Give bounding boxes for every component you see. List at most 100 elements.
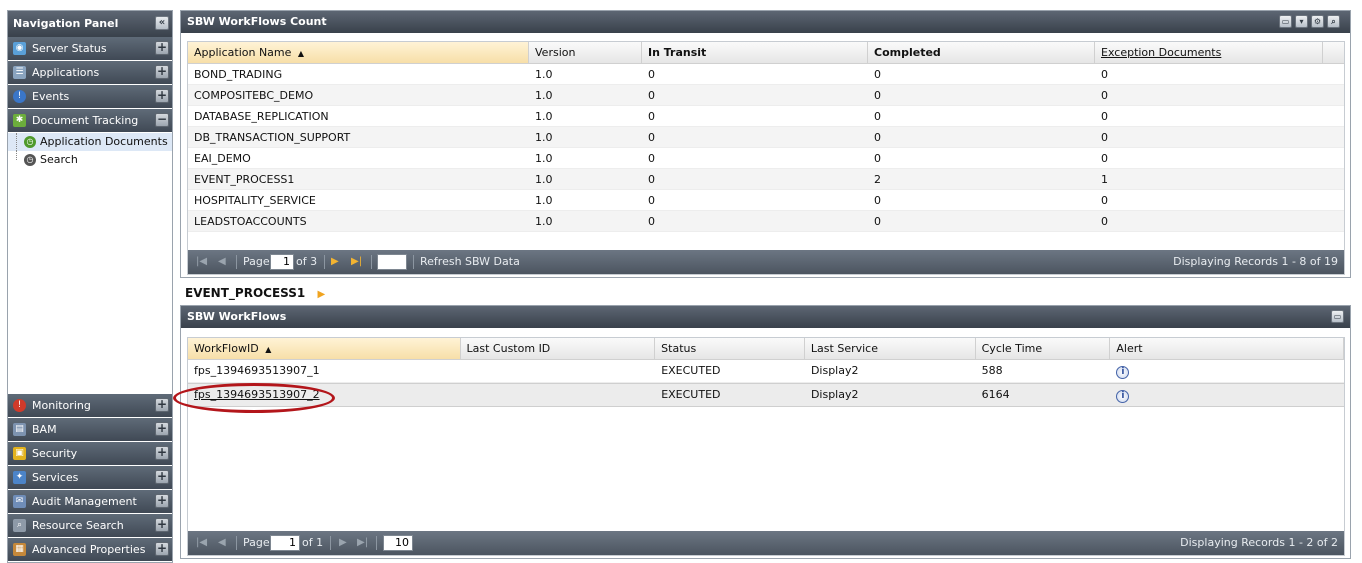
cell-application-name: HOSPITALITY_SERVICE xyxy=(194,194,316,207)
expand-icon[interactable]: + xyxy=(155,41,169,55)
info-alert-icon[interactable]: i xyxy=(1116,366,1130,379)
first-page-icon[interactable]: |◀ xyxy=(196,250,207,274)
nav-item-label: Audit Management xyxy=(32,495,137,508)
column-header-exception-documents[interactable]: Exception Documents xyxy=(1095,42,1323,63)
nav-item-advanced-properties[interactable]: ▦ Advanced Properties + xyxy=(8,538,172,561)
nav-item-security[interactable]: ▣ Security + xyxy=(8,442,172,465)
column-header-application-name[interactable]: Application Name ▲ xyxy=(188,42,529,63)
server-status-icon: ◉ xyxy=(13,42,26,55)
services-icon: ✦ xyxy=(13,471,26,484)
table-row-selected[interactable]: fps_1394693513907_2 EXECUTED Display2 61… xyxy=(188,383,1344,407)
table-row[interactable]: BOND_TRADING 1.0 0 0 0 xyxy=(188,64,1344,85)
expand-icon[interactable]: + xyxy=(155,518,169,532)
cell-in-transit: 0 xyxy=(648,131,655,144)
column-header-cycle-time[interactable]: Cycle Time xyxy=(976,338,1111,359)
panel-header: SBW WorkFlows Count ▭ ▾ ⚙ ⌕ xyxy=(181,11,1350,33)
nav-item-services[interactable]: ✦ Services + xyxy=(8,466,172,489)
refresh-sbw-data-button[interactable]: Refresh SBW Data xyxy=(420,250,520,274)
cell-version: 1.0 xyxy=(535,215,553,228)
table-row[interactable]: HOSPITALITY_SERVICE 1.0 0 0 0 xyxy=(188,190,1344,211)
expand-icon[interactable]: + xyxy=(155,89,169,103)
first-page-icon[interactable]: |◀ xyxy=(196,531,207,555)
table-row[interactable]: EAI_DEMO 1.0 0 0 0 xyxy=(188,148,1344,169)
expand-icon[interactable]: + xyxy=(155,470,169,484)
expand-icon[interactable]: + xyxy=(155,65,169,79)
collapse-icon[interactable]: − xyxy=(155,113,169,127)
column-header-status[interactable]: Status xyxy=(655,338,805,359)
resource-search-icon: ⌕ xyxy=(13,519,26,532)
column-header-last-service[interactable]: Last Service xyxy=(805,338,976,359)
table-row[interactable]: EVENT_PROCESS1 1.0 0 2 1 xyxy=(188,169,1344,190)
cell-completed: 0 xyxy=(874,215,881,228)
events-icon: ! xyxy=(13,90,26,103)
next-page-icon[interactable]: ▶ xyxy=(331,250,339,274)
nav-item-events[interactable]: ! Events + xyxy=(8,85,172,108)
cell-last-service: Display2 xyxy=(810,388,859,401)
nav-item-bam[interactable]: ▤ BAM + xyxy=(8,418,172,441)
nav-item-label: Monitoring xyxy=(32,399,91,412)
expand-icon[interactable]: + xyxy=(155,398,169,412)
cell-in-transit: 0 xyxy=(648,215,655,228)
page-number-input[interactable]: 1 xyxy=(270,535,300,551)
column-header-completed[interactable]: Completed xyxy=(868,42,1095,63)
grid-header: WorkFlowID ▲ Last Custom ID Status Last … xyxy=(188,338,1344,360)
audit-management-icon: ✉ xyxy=(13,495,26,508)
expand-icon[interactable]: + xyxy=(155,542,169,556)
page-number-input[interactable]: 1 xyxy=(270,254,294,270)
workflows-count-grid: Application Name ▲ Version In Transit Co… xyxy=(187,41,1345,275)
nav-item-label: Security xyxy=(32,447,78,460)
nav-bottom-group: ! Monitoring + ▤ BAM + ▣ Security + ✦ Se… xyxy=(8,394,172,562)
table-row[interactable]: LEADSTOACCOUNTS 1.0 0 0 0 xyxy=(188,211,1344,232)
cell-workflow-id[interactable]: fps_1394693513907_1 xyxy=(188,360,461,382)
page-size-input[interactable] xyxy=(377,254,407,270)
column-header-last-custom-id[interactable]: Last Custom ID xyxy=(461,338,656,359)
monitoring-icon: ! xyxy=(13,399,26,412)
document-tracking-icon: ✱ xyxy=(13,114,26,127)
prev-page-icon[interactable]: ◀ xyxy=(218,250,226,274)
nav-item-audit-management[interactable]: ✉ Audit Management + xyxy=(8,490,172,513)
applications-icon: ☰ xyxy=(13,66,26,79)
workflows-grid: WorkFlowID ▲ Last Custom ID Status Last … xyxy=(187,337,1345,556)
cell-status: EXECUTED xyxy=(661,388,721,401)
column-header-version[interactable]: Version xyxy=(529,42,642,63)
restore-icon[interactable]: ▭ xyxy=(1331,310,1344,323)
table-row[interactable]: DATABASE_REPLICATION 1.0 0 0 0 xyxy=(188,106,1344,127)
expand-icon[interactable]: ▾ xyxy=(1295,15,1308,28)
nav-subitem-search[interactable]: ◷ Search xyxy=(8,151,172,169)
column-header-in-transit[interactable]: In Transit xyxy=(642,42,868,63)
collapse-panel-icon[interactable]: « xyxy=(155,16,169,30)
column-header-alert[interactable]: Alert xyxy=(1110,338,1344,359)
cell-completed: 2 xyxy=(874,173,881,186)
search-icon[interactable]: ⌕ xyxy=(1327,15,1340,28)
nav-subitem-application-documents[interactable]: ◷ Application Documents xyxy=(8,133,172,151)
prev-page-icon[interactable]: ◀ xyxy=(218,531,226,555)
table-row[interactable]: COMPOSITEBC_DEMO 1.0 0 0 0 xyxy=(188,85,1344,106)
last-page-icon[interactable]: ▶| xyxy=(357,531,368,555)
restore-icon[interactable]: ▭ xyxy=(1279,15,1292,28)
cell-version: 1.0 xyxy=(535,89,553,102)
nav-subitem-label: Search xyxy=(40,153,78,166)
table-row[interactable]: fps_1394693513907_1 EXECUTED Display2 58… xyxy=(188,360,1344,383)
nav-item-document-tracking[interactable]: ✱ Document Tracking − xyxy=(8,109,172,132)
workflow-id-link[interactable]: fps_1394693513907_2 xyxy=(188,384,461,406)
last-page-icon[interactable]: ▶| xyxy=(351,250,362,274)
gear-icon[interactable]: ⚙ xyxy=(1311,15,1324,28)
cell-application-name: DATABASE_REPLICATION xyxy=(194,110,329,123)
expand-icon[interactable]: + xyxy=(155,494,169,508)
cell-version: 1.0 xyxy=(535,68,553,81)
nav-item-resource-search[interactable]: ⌕ Resource Search + xyxy=(8,514,172,537)
next-page-icon[interactable]: ▶ xyxy=(339,531,347,555)
info-alert-icon[interactable]: i xyxy=(1116,390,1130,403)
table-row[interactable]: DB_TRANSACTION_SUPPORT 1.0 0 0 0 xyxy=(188,127,1344,148)
nav-item-server-status[interactable]: ◉ Server Status + xyxy=(8,37,172,60)
page-size-input[interactable]: 10 xyxy=(383,535,413,551)
expand-icon[interactable]: + xyxy=(155,422,169,436)
grid-header: Application Name ▲ Version In Transit Co… xyxy=(188,42,1344,64)
nav-item-label: Applications xyxy=(32,66,100,79)
tree-connector xyxy=(16,151,17,160)
column-header-workflow-id[interactable]: WorkFlowID ▲ xyxy=(188,338,461,359)
expand-icon[interactable]: + xyxy=(155,446,169,460)
nav-item-applications[interactable]: ☰ Applications + xyxy=(8,61,172,84)
nav-item-monitoring[interactable]: ! Monitoring + xyxy=(8,394,172,417)
sort-asc-icon: ▲ xyxy=(265,345,272,354)
